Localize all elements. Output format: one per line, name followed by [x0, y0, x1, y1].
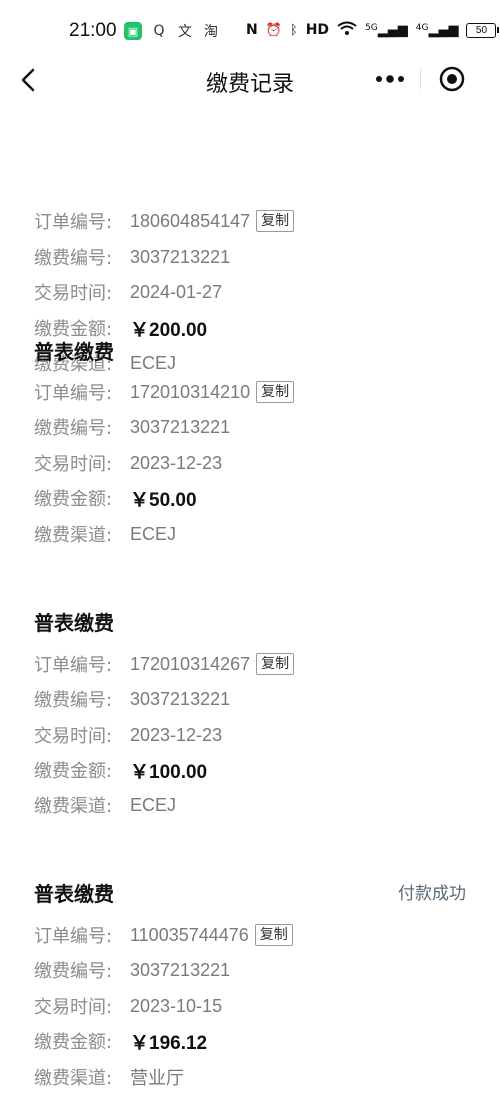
order-no-row: 订单编号: 110035744476 复制: [34, 922, 293, 948]
status-badge: 付款成功: [398, 884, 466, 904]
order-no-value: 172010314267: [130, 653, 251, 674]
channel-row: 缴费渠道: 营业厅: [34, 1064, 184, 1090]
trade-time-row: 交易时间: 2024-01-27: [34, 279, 222, 305]
signal-5g-icon: 5G▂▄▆: [365, 22, 408, 38]
payment-no-label: 缴费编号:: [34, 418, 113, 439]
order-no-label: 订单编号:: [34, 383, 113, 404]
close-miniprogram-button[interactable]: [424, 60, 480, 98]
app-text-icon: 文: [178, 24, 192, 40]
channel-value: ECEJ: [130, 523, 177, 544]
channel-value: ECEJ: [130, 352, 177, 373]
copy-button[interactable]: 复制: [256, 381, 295, 403]
payment-no-label: 缴费编号:: [34, 961, 113, 982]
nfc-icon: N: [246, 22, 258, 38]
order-no-value: 180604854147: [130, 210, 251, 231]
search-app-icon: Q: [153, 23, 165, 39]
payment-no-value: 3037213221: [130, 246, 231, 267]
amount-label: 缴费金额:: [34, 1032, 113, 1053]
record-title: 普表缴费: [34, 611, 114, 635]
trade-time-value: 2023-12-23: [130, 724, 223, 745]
mini-program-capsule: [362, 60, 482, 98]
amount-value: ￥196.12: [130, 1032, 208, 1054]
amount-row: 缴费金额: ￥50.00: [34, 485, 197, 511]
capsule-divider: [420, 69, 421, 89]
channel-label: 缴费渠道:: [34, 525, 113, 546]
payment-no-label: 缴费编号:: [34, 690, 113, 711]
status-time: 21:00: [69, 20, 117, 41]
payment-no-value: 3037213221: [130, 688, 231, 709]
trade-time-label: 交易时间:: [34, 283, 113, 304]
status-app-icons: ▣ Q 文 淘: [124, 22, 220, 40]
wifi-icon: [337, 21, 357, 39]
amount-row: 缴费金额: ￥196.12: [34, 1028, 207, 1054]
order-no-row: 订单编号: 172010314210 复制: [34, 379, 295, 405]
payment-no-label: 缴费编号:: [34, 248, 113, 269]
payment-no-row: 缴费编号: 3037213221: [34, 244, 230, 270]
copy-button[interactable]: 复制: [256, 653, 295, 675]
channel-row: 缴费渠道: ECEJ: [34, 521, 176, 547]
trade-time-value: 2023-10-15: [130, 995, 223, 1016]
order-no-row: 订单编号: 180604854147 复制: [34, 208, 295, 234]
status-bar: 21:00 ▣ Q 文 淘 N ⏰ ᛒ HD 5G▂▄▆ 4G▂▄▆ 50: [0, 0, 500, 58]
payment-no-row: 缴费编号: 3037213221: [34, 414, 230, 440]
more-dots-icon: [376, 75, 404, 83]
amount-row: 缴费金额: ￥100.00: [34, 757, 207, 783]
trade-time-row: 交易时间: 2023-12-23: [34, 450, 222, 476]
order-no-label: 订单编号:: [34, 926, 113, 947]
amount-label: 缴费金额:: [34, 761, 113, 782]
record-title: 普表缴费: [34, 882, 114, 906]
amount-label: 缴费金额:: [34, 489, 113, 510]
trade-time-row: 交易时间: 2023-10-15: [34, 993, 222, 1019]
trade-time-label: 交易时间:: [34, 997, 113, 1018]
order-no-row: 订单编号: 172010314267 复制: [34, 651, 295, 677]
channel-label: 缴费渠道:: [34, 796, 113, 817]
order-no-label: 订单编号:: [34, 212, 113, 233]
trade-time-label: 交易时间:: [34, 726, 113, 747]
copy-button[interactable]: 复制: [254, 924, 293, 946]
amount-value: ￥50.00: [130, 489, 197, 511]
payment-no-value: 3037213221: [130, 959, 231, 980]
battery-icon: 50: [466, 22, 500, 38]
order-no-value: 172010314210: [130, 381, 251, 402]
hd-icon: HD: [305, 22, 330, 38]
status-system-icons: N ⏰ ᛒ HD 5G▂▄▆ 4G▂▄▆ 50: [246, 21, 500, 39]
signal-5g-label: 5G: [365, 22, 378, 33]
app-notification-icon: ▣: [124, 22, 142, 40]
amount-value: ￥200.00: [130, 319, 208, 341]
more-button[interactable]: [362, 60, 418, 98]
trade-time-row: 交易时间: 2023-12-23: [34, 722, 222, 748]
signal-4g-label: 4G: [415, 22, 429, 33]
payment-no-value: 3037213221: [130, 416, 231, 437]
copy-button[interactable]: 复制: [256, 210, 295, 232]
target-close-icon: [439, 66, 465, 92]
payment-no-row: 缴费编号: 3037213221: [34, 686, 230, 712]
nav-bar: 缴费记录: [0, 58, 500, 102]
battery-level: 50: [466, 22, 497, 38]
channel-value: 营业厅: [130, 1068, 184, 1088]
signal-4g-icon: 4G▂▄▆: [415, 22, 459, 38]
alarm-icon: ⏰: [265, 22, 282, 38]
amount-value: ￥100.00: [130, 761, 208, 783]
taobao-icon: 淘: [204, 24, 218, 40]
order-no-label: 订单编号:: [34, 655, 113, 676]
record-title: 普表缴费: [34, 340, 114, 364]
trade-time-value: 2023-12-23: [130, 452, 223, 473]
bluetooth-icon: ᛒ: [289, 22, 298, 38]
channel-row: 缴费渠道: ECEJ: [34, 792, 176, 818]
trade-time-value: 2024-01-27: [130, 281, 223, 302]
payment-no-row: 缴费编号: 3037213221: [34, 957, 230, 983]
trade-time-label: 交易时间:: [34, 454, 113, 475]
order-no-value: 110035744476: [130, 924, 249, 945]
channel-value: ECEJ: [130, 794, 177, 815]
channel-label: 缴费渠道:: [34, 1068, 113, 1089]
